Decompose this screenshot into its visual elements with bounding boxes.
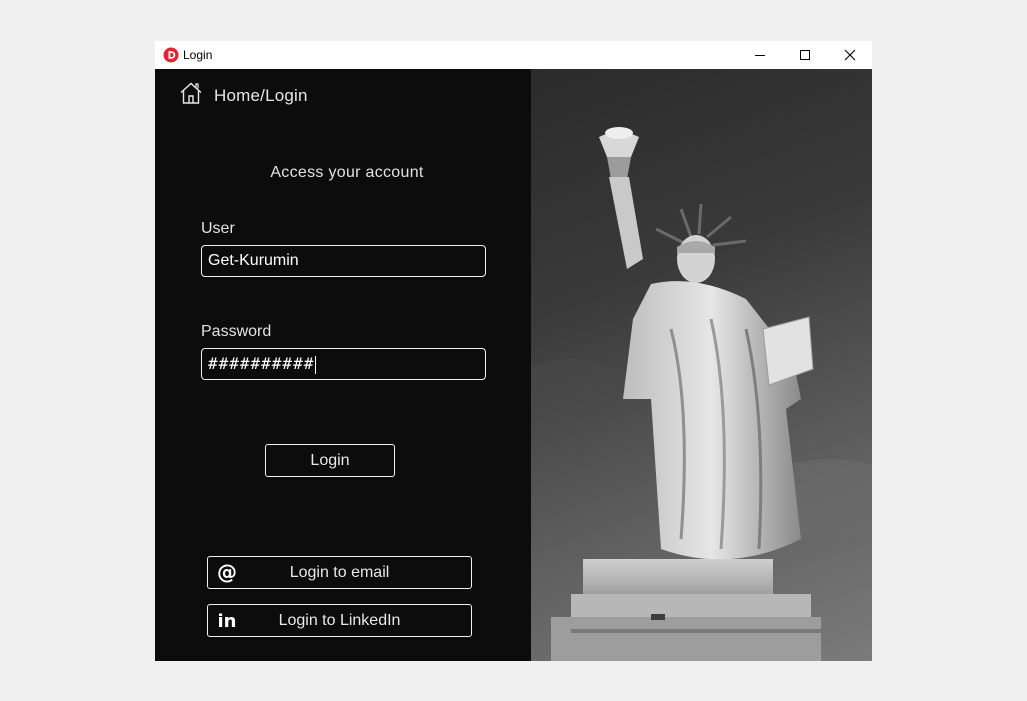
user-input[interactable]: Get-Kurumin bbox=[201, 245, 486, 277]
minimize-button[interactable] bbox=[737, 41, 783, 69]
password-input-value: ########## bbox=[208, 354, 315, 373]
close-icon bbox=[844, 49, 856, 61]
window-title: Login bbox=[183, 48, 213, 62]
text-caret bbox=[315, 355, 317, 374]
app-logo-icon bbox=[163, 47, 179, 63]
statue-illustration bbox=[531, 127, 872, 661]
login-linkedin-button[interactable]: in Login to LinkedIn bbox=[207, 604, 472, 637]
password-label: Password bbox=[201, 323, 272, 340]
user-label: User bbox=[201, 220, 235, 237]
maximize-button[interactable] bbox=[782, 41, 828, 69]
user-input-value: Get-Kurumin bbox=[208, 252, 299, 269]
login-email-label: Login to email bbox=[289, 564, 390, 581]
login-email-button[interactable]: @ Login to email bbox=[207, 556, 472, 589]
title-bar[interactable]: Login bbox=[155, 41, 872, 69]
maximize-icon bbox=[800, 50, 810, 60]
minimize-icon bbox=[755, 55, 765, 56]
password-input[interactable]: ########## bbox=[201, 348, 486, 380]
login-button[interactable]: Login bbox=[265, 444, 395, 477]
login-window: Login Home/Login Access your account Use… bbox=[155, 41, 872, 661]
login-panel: Home/Login Access your account User Get-… bbox=[155, 69, 531, 661]
home-icon[interactable] bbox=[179, 81, 203, 105]
breadcrumb[interactable]: Home/Login bbox=[214, 86, 308, 106]
close-button[interactable] bbox=[827, 41, 873, 69]
form-heading: Access your account bbox=[270, 164, 424, 181]
statue-of-liberty-photo bbox=[531, 69, 872, 661]
login-linkedin-label: Login to LinkedIn bbox=[278, 612, 401, 629]
